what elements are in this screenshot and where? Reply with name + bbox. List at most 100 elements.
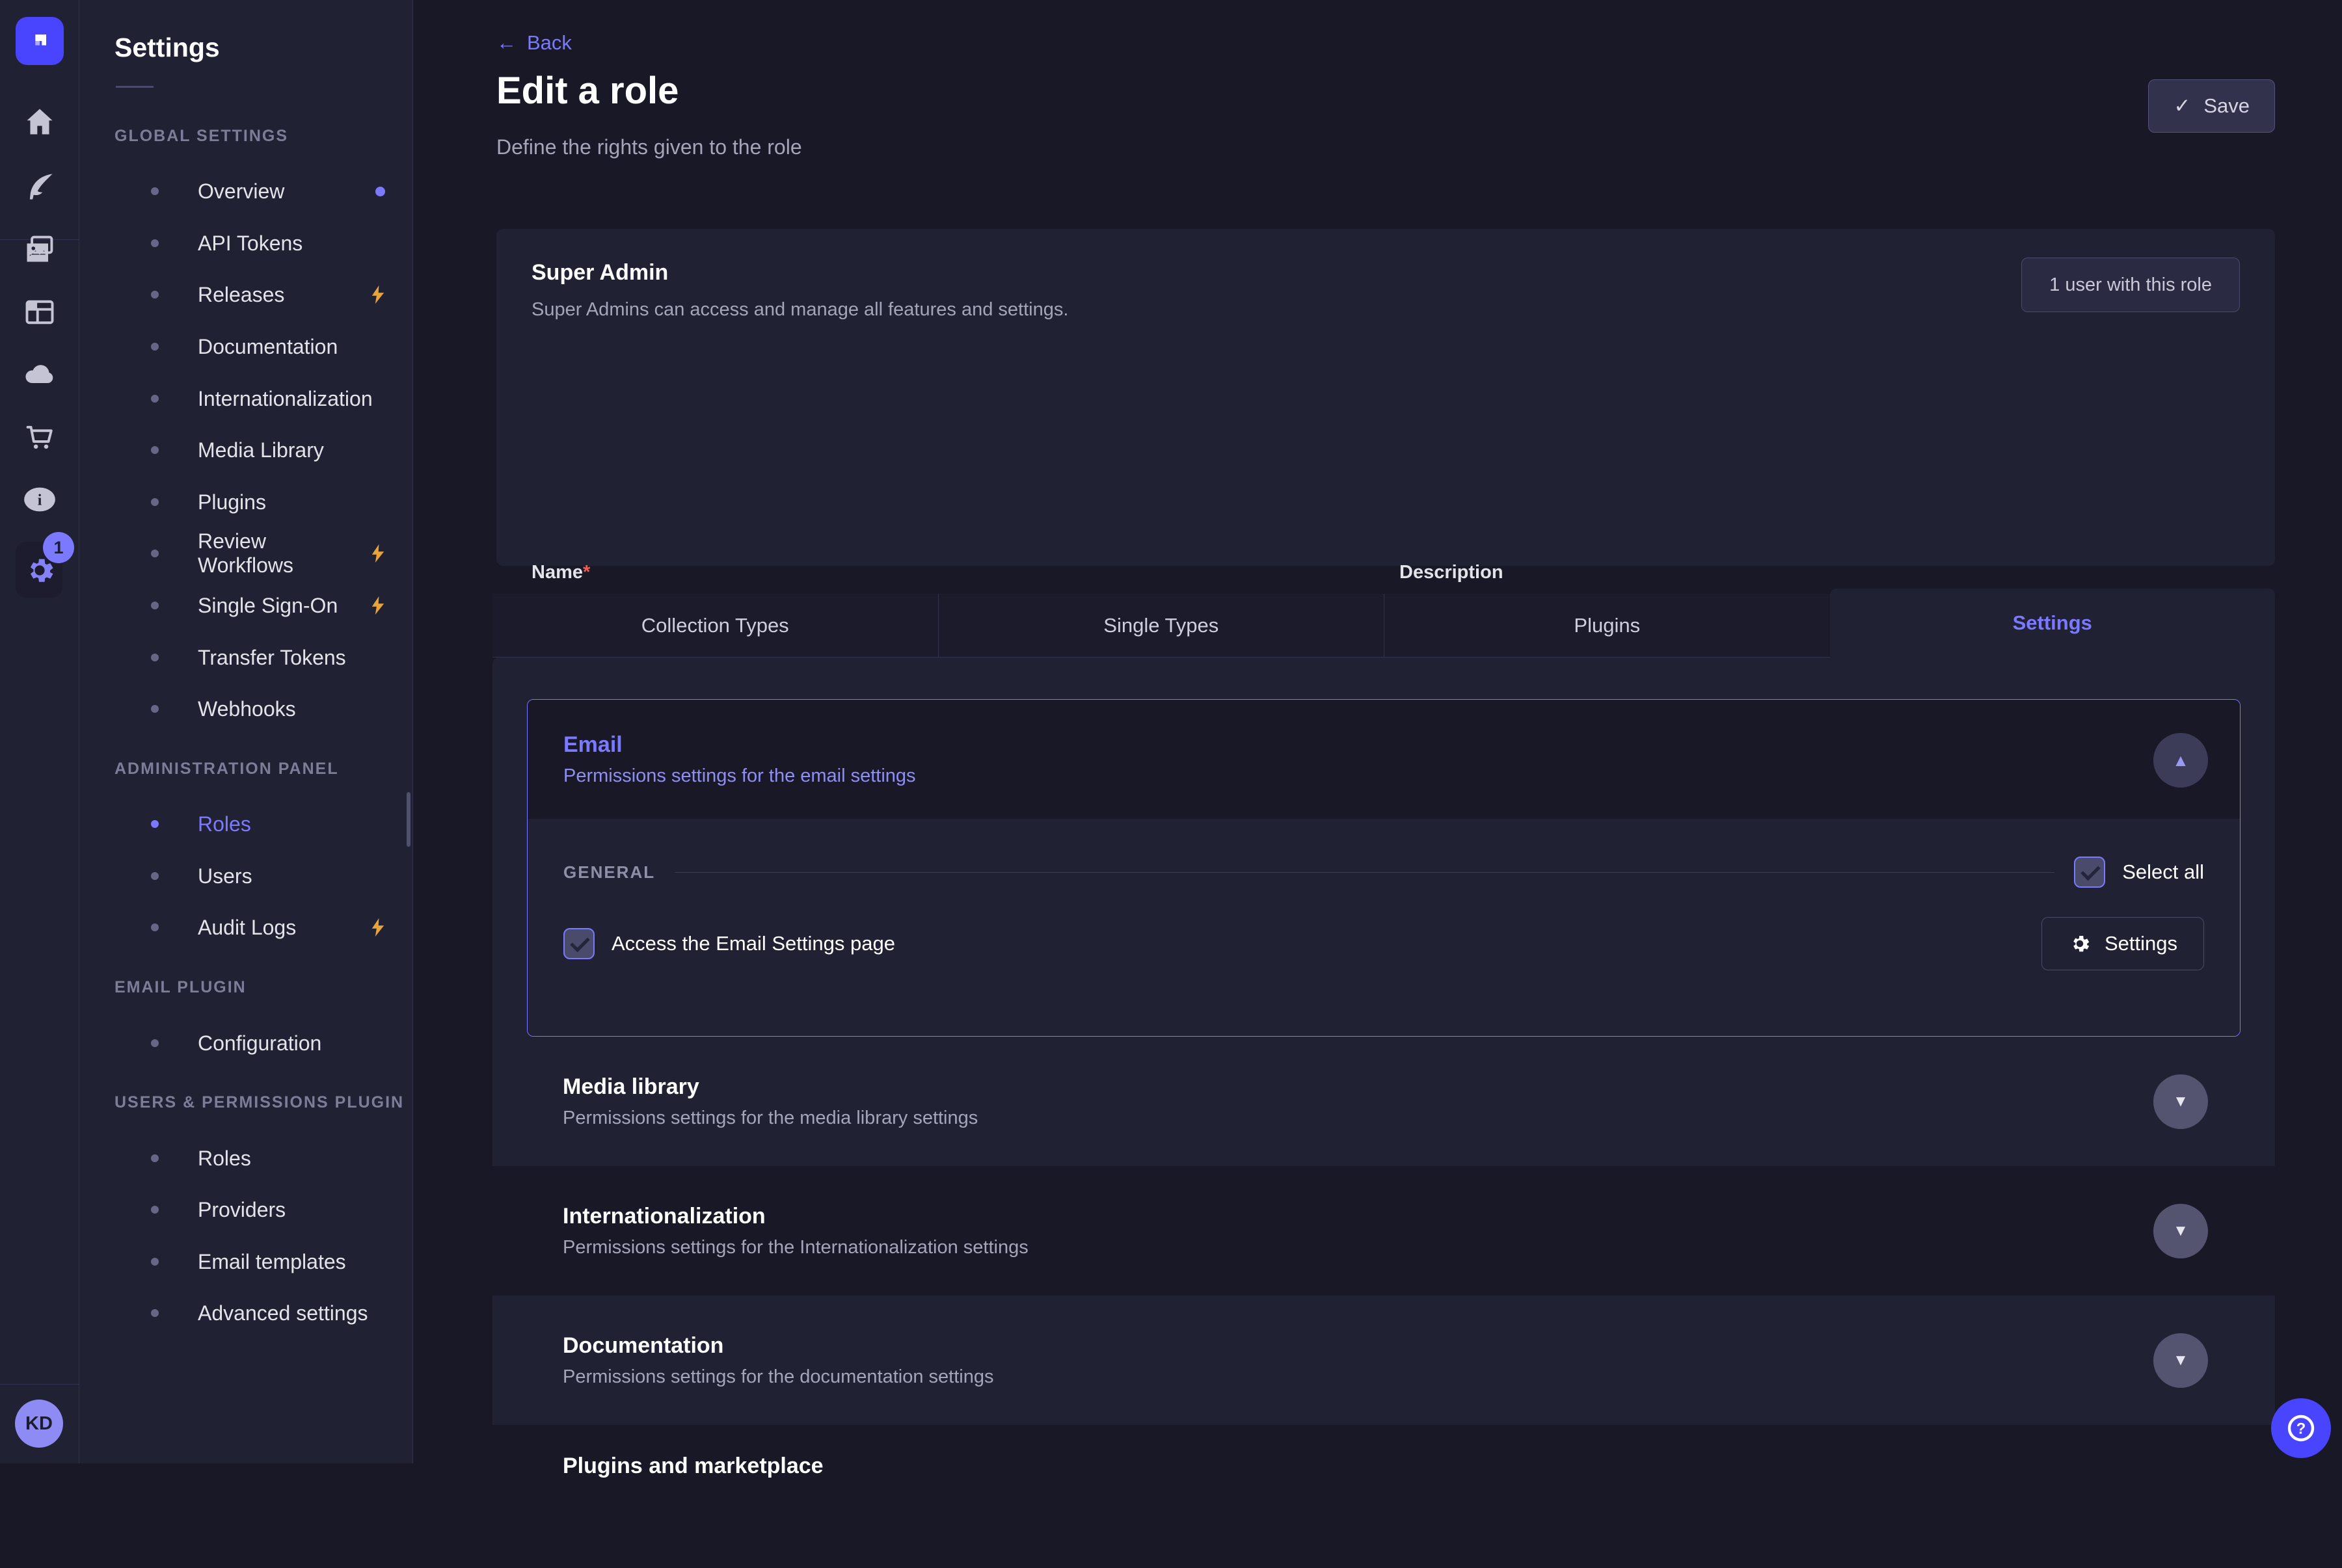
users-with-role-button[interactable]: 1 user with this role bbox=[2021, 258, 2240, 312]
sidebar-item-roles-up[interactable]: Roles bbox=[79, 1132, 412, 1184]
home-icon[interactable] bbox=[0, 98, 79, 145]
expand-button[interactable]: ▼ bbox=[2153, 1333, 2208, 1388]
email-accordion-header[interactable]: Email Permissions settings for the email… bbox=[528, 700, 2240, 819]
user-avatar[interactable]: KD bbox=[15, 1400, 63, 1448]
collapse-button[interactable]: ▲ bbox=[2153, 733, 2208, 788]
strapi-logo[interactable] bbox=[16, 17, 64, 65]
sidebar-item-releases[interactable]: Releases bbox=[79, 269, 412, 321]
sidebar-item-overview[interactable]: Overview bbox=[79, 165, 412, 217]
save-button[interactable]: ✓ Save bbox=[2148, 79, 2275, 133]
settings-permissions-panel: Email Permissions settings for the email… bbox=[492, 658, 2275, 1463]
sidebar-item-internationalization[interactable]: Internationalization bbox=[79, 373, 412, 425]
email-section-subtitle: Permissions settings for the email setti… bbox=[563, 765, 2240, 787]
sidebar-item-plugins[interactable]: Plugins bbox=[79, 476, 412, 528]
expand-button[interactable]: ▼ bbox=[2153, 1204, 2208, 1258]
section-label-email-plugin: EMAIL PLUGIN bbox=[79, 978, 247, 997]
sidebar-item-media-library[interactable]: Media Library bbox=[79, 424, 412, 476]
row-title: Internationalization bbox=[563, 1204, 1029, 1229]
bullet-icon bbox=[151, 705, 159, 713]
email-settings-button[interactable]: Settings bbox=[2041, 917, 2204, 970]
sidebar-item-providers[interactable]: Providers bbox=[79, 1184, 412, 1236]
sidebar-item-documentation[interactable]: Documentation bbox=[79, 321, 412, 373]
row-title: Plugins and marketplace bbox=[563, 1454, 824, 1479]
row-subtitle: Permissions settings for the media libra… bbox=[563, 1108, 978, 1129]
bullet-icon bbox=[151, 395, 159, 403]
sidebar-item-api-tokens[interactable]: API Tokens bbox=[79, 217, 412, 269]
row-subtitle: Permissions settings for the Internation… bbox=[563, 1237, 1029, 1258]
email-section-title: Email bbox=[563, 732, 2240, 758]
role-info-card: Super Admin Super Admins can access and … bbox=[496, 229, 2275, 566]
email-access-row: Access the Email Settings page Settings bbox=[563, 916, 2204, 971]
internationalization-permissions-row[interactable]: Internationalization Permissions setting… bbox=[492, 1166, 2275, 1296]
bullet-icon bbox=[151, 924, 159, 931]
settings-notification-badge: 1 bbox=[43, 532, 74, 563]
plugins-marketplace-permissions-row[interactable]: Plugins and marketplace bbox=[492, 1425, 2275, 1568]
check-icon: ✓ bbox=[2174, 94, 2190, 118]
svg-text:i: i bbox=[38, 492, 42, 509]
permissions-tabs: Collection Types Single Types Plugins Se… bbox=[492, 589, 2275, 658]
bullet-icon bbox=[151, 1154, 159, 1162]
chevron-down-icon: ▼ bbox=[2173, 1222, 2188, 1240]
row-subtitle: Permissions settings for the documentati… bbox=[563, 1366, 994, 1388]
sidebar-item-email-templates[interactable]: Email templates bbox=[79, 1236, 412, 1288]
required-asterisk: * bbox=[583, 562, 590, 583]
sidebar-item-configuration[interactable]: Configuration bbox=[79, 1017, 412, 1069]
back-link[interactable]: ← Back bbox=[496, 31, 572, 55]
icon-rail: i 1 KD bbox=[0, 0, 79, 1463]
svg-text:?: ? bbox=[2296, 1420, 2306, 1437]
role-description-text: Super Admins can access and manage all f… bbox=[532, 299, 1068, 321]
general-group-label: GENERAL bbox=[563, 862, 655, 883]
bullet-icon bbox=[151, 239, 159, 247]
sidebar-title-underline bbox=[116, 86, 154, 88]
tab-settings[interactable]: Settings bbox=[1830, 589, 2276, 658]
bullet-icon bbox=[151, 498, 159, 506]
marketplace-cart-icon[interactable] bbox=[0, 414, 79, 460]
section-label-users-permissions-plugin: USERS & PERMISSIONS PLUGIN bbox=[79, 1093, 404, 1112]
info-icon[interactable]: i bbox=[0, 476, 79, 523]
bullet-icon bbox=[151, 343, 159, 351]
media-library-icon[interactable] bbox=[0, 226, 79, 272]
sidebar-scrollbar-thumb[interactable] bbox=[407, 792, 411, 847]
sidebar-item-users[interactable]: Users bbox=[79, 850, 412, 902]
sidebar-item-roles-admin[interactable]: Roles bbox=[79, 798, 412, 850]
role-name-heading: Super Admin bbox=[532, 260, 668, 286]
name-field-label: Name* bbox=[532, 562, 590, 583]
lightning-icon bbox=[367, 914, 389, 940]
tab-single-types[interactable]: Single Types bbox=[939, 594, 1385, 658]
settings-sidebar: Settings GLOBAL SETTINGS Overview API To… bbox=[79, 0, 413, 1463]
chevron-down-icon: ▼ bbox=[2173, 1093, 2188, 1111]
content-builder-icon[interactable] bbox=[0, 163, 79, 210]
sidebar-item-webhooks[interactable]: Webhooks bbox=[79, 683, 412, 735]
bullet-icon bbox=[151, 1309, 159, 1317]
back-arrow-icon: ← bbox=[496, 31, 517, 55]
general-divider bbox=[675, 872, 2054, 873]
sidebar-title: Settings bbox=[114, 33, 220, 63]
access-email-settings-checkbox[interactable] bbox=[563, 928, 595, 959]
sidebar-item-advanced-settings[interactable]: Advanced settings bbox=[79, 1287, 412, 1339]
tab-collection-types[interactable]: Collection Types bbox=[492, 594, 939, 658]
page-subtitle: Define the rights given to the role bbox=[496, 135, 802, 159]
sidebar-item-transfer-tokens[interactable]: Transfer Tokens bbox=[79, 631, 412, 684]
section-label-global-settings: GLOBAL SETTINGS bbox=[79, 127, 288, 146]
bullet-icon bbox=[151, 1258, 159, 1266]
tab-plugins[interactable]: Plugins bbox=[1384, 594, 1830, 658]
content-manager-icon[interactable] bbox=[0, 289, 79, 336]
bullet-icon bbox=[151, 654, 159, 661]
select-all-label: Select all bbox=[2122, 860, 2204, 884]
sidebar-item-review-workflows[interactable]: Review Workflows bbox=[79, 527, 412, 579]
strapi-logo-icon bbox=[27, 28, 53, 54]
email-accordion-body: GENERAL Select all Access the Email Sett… bbox=[528, 819, 2240, 1036]
cloud-icon[interactable] bbox=[0, 351, 79, 398]
sidebar-item-single-sign-on[interactable]: Single Sign-On bbox=[79, 579, 412, 631]
expand-button[interactable]: ▼ bbox=[2153, 1074, 2208, 1129]
sidebar-item-audit-logs[interactable]: Audit Logs bbox=[79, 901, 412, 953]
bullet-icon bbox=[151, 820, 159, 828]
select-all-checkbox[interactable] bbox=[2074, 857, 2105, 888]
help-button[interactable]: ? bbox=[2271, 1398, 2331, 1458]
documentation-permissions-row[interactable]: Documentation Permissions settings for t… bbox=[492, 1296, 2275, 1425]
bullet-icon bbox=[151, 446, 159, 454]
notification-dot-icon bbox=[375, 187, 385, 196]
bullet-icon bbox=[151, 1206, 159, 1214]
lightning-icon bbox=[367, 282, 389, 308]
media-library-permissions-row[interactable]: Media library Permissions settings for t… bbox=[492, 1037, 2275, 1166]
